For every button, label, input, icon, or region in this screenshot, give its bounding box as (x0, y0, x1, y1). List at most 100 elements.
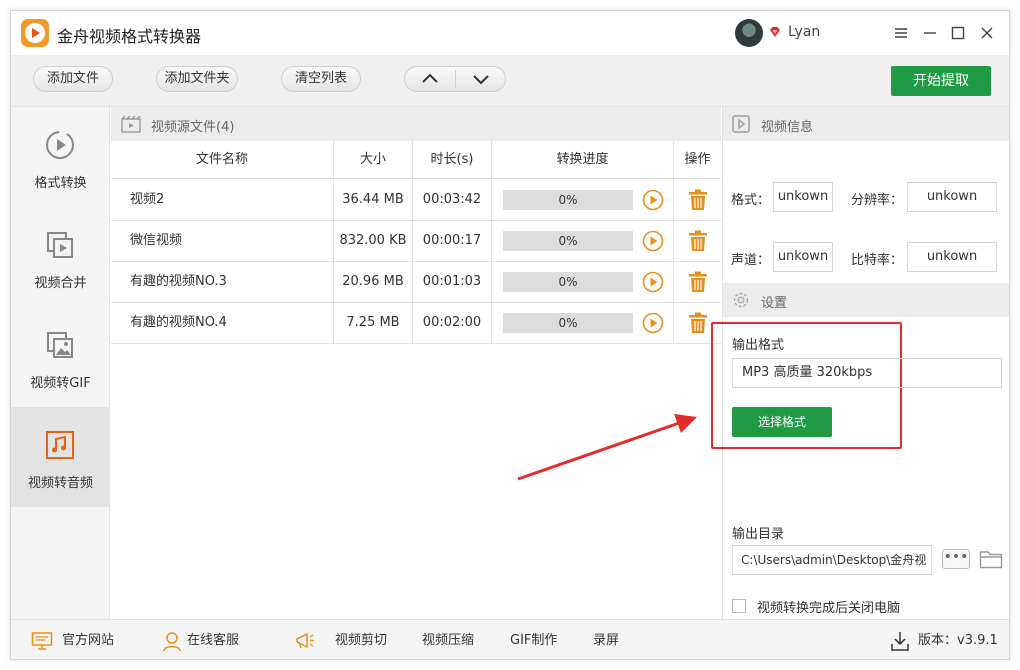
browse-more-button[interactable]: ••• (942, 549, 970, 569)
sidebar-item-label: 视频转GIF (30, 376, 91, 391)
add-folder-button[interactable]: 添加文件夹 (156, 66, 238, 92)
play-icon[interactable] (642, 312, 664, 334)
video-info-title: 视频信息 (761, 120, 814, 135)
sidebar-item-label: 视频合并 (34, 276, 87, 291)
move-up-button[interactable] (405, 67, 455, 91)
file-name: 有趣的视频NO.3 (111, 262, 334, 302)
file-name: 微信视频 (111, 221, 334, 261)
video-to-gif-icon (47, 332, 73, 358)
progress-text: 0% (558, 193, 578, 207)
progress-text: 0% (558, 234, 578, 248)
app-window: 金舟视频格式转换器 Lyan 添加文件 添加文件夹 清空列表 开始提取 格式转换… (10, 10, 1010, 660)
chevron-up-icon (422, 73, 438, 83)
progress-bar: 0% (503, 231, 633, 251)
menu-icon[interactable] (891, 23, 911, 43)
shutdown-label: 视频转换完成后关闭电脑 (757, 601, 901, 616)
video-info-header: 视频信息 (723, 107, 1009, 141)
gif-make-link[interactable]: GIF制作 (510, 620, 557, 659)
user-avatar[interactable] (735, 19, 763, 47)
sidebar: 格式转换 视频合并 视频转GIF 视频转音频 (11, 107, 110, 619)
file-duration: 00:02:00 (413, 303, 492, 343)
file-name: 视频2 (111, 180, 334, 220)
play-icon[interactable] (642, 189, 664, 211)
close-icon[interactable] (977, 23, 997, 43)
title-bar: 金舟视频格式转换器 Lyan (11, 11, 1009, 55)
table-row[interactable]: 有趣的视频NO.3 20.96 MB 00:01:03 0% (111, 262, 721, 303)
add-file-button[interactable]: 添加文件 (33, 66, 113, 92)
file-list-panel: 视频源文件(4) 文件名称 大小 时长(s) 转换进度 操作 视频2 36.44… (111, 107, 721, 619)
file-duration: 00:00:17 (413, 221, 492, 261)
file-size: 7.25 MB (334, 303, 413, 343)
sidebar-item-video-to-audio[interactable]: 视频转音频 (11, 407, 110, 507)
support-icon (163, 632, 181, 652)
bitrate-label: 比特率： (851, 253, 904, 268)
format-convert-icon (46, 131, 74, 159)
progress-text: 0% (558, 275, 578, 289)
right-panel: 视频信息 格式： unkown 分辨率： unkown 声道： unkown 比… (711, 107, 1009, 619)
table-row[interactable]: 有趣的视频NO.4 7.25 MB 00:02:00 0% (111, 303, 721, 344)
resolution-label: 分辨率： (851, 193, 904, 208)
version-text: 版本：v3.9.1 (918, 633, 998, 648)
progress-text: 0% (558, 316, 578, 330)
progress-bar: 0% (503, 313, 633, 333)
megaphone-icon (296, 632, 314, 649)
play-icon[interactable] (642, 230, 664, 252)
download-icon (891, 632, 909, 651)
sidebar-item-format-convert[interactable]: 格式转换 (11, 107, 110, 207)
output-dir-field[interactable]: C:\Users\admin\Desktop\金舟视 (732, 545, 932, 575)
chevron-down-icon (473, 75, 489, 85)
table-row[interactable]: 视频2 36.44 MB 00:03:42 0% (111, 180, 721, 221)
progress-bar: 0% (503, 272, 633, 292)
column-header-progress: 转换进度 (492, 141, 674, 179)
website-link[interactable]: 官方网站 (62, 620, 114, 659)
sidebar-item-video-to-gif[interactable]: 视频转GIF (11, 307, 110, 407)
play-icon[interactable] (642, 271, 664, 293)
progress-cell: 0% (492, 221, 674, 261)
actions-cell (674, 262, 721, 302)
gear-icon (733, 292, 749, 308)
video-compress-link[interactable]: 视频压缩 (422, 620, 474, 659)
file-size: 20.96 MB (334, 262, 413, 302)
video-info-icon (732, 115, 750, 133)
output-format-field[interactable]: MP3 高质量 320kbps (732, 358, 1002, 388)
video-merge-icon (47, 232, 73, 258)
file-duration: 00:03:42 (413, 180, 492, 220)
support-link[interactable]: 在线客服 (187, 620, 239, 659)
progress-cell: 0% (492, 303, 674, 343)
table-row[interactable]: 微信视频 832.00 KB 00:00:17 0% (111, 221, 721, 262)
video-source-icon (121, 115, 141, 133)
sidebar-item-label: 视频转音频 (27, 476, 93, 491)
video-cut-link[interactable]: 视频剪切 (335, 620, 387, 659)
sidebar-item-video-merge[interactable]: 视频合并 (11, 207, 110, 307)
actions-cell (674, 221, 721, 261)
minimize-icon[interactable] (920, 23, 940, 43)
maximize-icon[interactable] (948, 23, 968, 43)
trash-icon[interactable] (688, 271, 708, 293)
username[interactable]: Lyan (788, 24, 820, 40)
column-header-size: 大小 (334, 141, 413, 179)
choose-format-button[interactable]: 选择格式 (732, 407, 832, 437)
channel-label: 声道： (731, 253, 771, 268)
start-extract-button[interactable]: 开始提取 (891, 66, 991, 96)
folder-icon[interactable] (979, 548, 1003, 570)
shutdown-checkbox[interactable] (732, 599, 746, 613)
footer: 官方网站 在线客服 视频剪切 视频压缩 GIF制作 录屏 版本：v3.9.1 (11, 619, 1009, 659)
file-duration: 00:01:03 (413, 262, 492, 302)
trash-icon[interactable] (688, 230, 708, 252)
screen-record-link[interactable]: 录屏 (593, 620, 619, 659)
trash-icon[interactable] (688, 189, 708, 211)
move-buttons (404, 66, 506, 92)
app-title: 金舟视频格式转换器 (57, 27, 202, 46)
trash-icon[interactable] (688, 312, 708, 334)
file-size: 832.00 KB (334, 221, 413, 261)
file-list-header: 视频源文件(4) (111, 107, 721, 141)
video-to-audio-icon (46, 431, 74, 459)
actions-cell (674, 180, 721, 220)
move-down-button[interactable] (456, 67, 506, 91)
clear-list-button[interactable]: 清空列表 (281, 66, 361, 92)
progress-bar: 0% (503, 190, 633, 210)
vip-diamond-icon (770, 27, 780, 37)
output-dir-label: 输出目录 (732, 527, 785, 542)
output-format-label: 输出格式 (732, 338, 785, 353)
toolbar: 添加文件 添加文件夹 清空列表 开始提取 (11, 55, 1009, 107)
